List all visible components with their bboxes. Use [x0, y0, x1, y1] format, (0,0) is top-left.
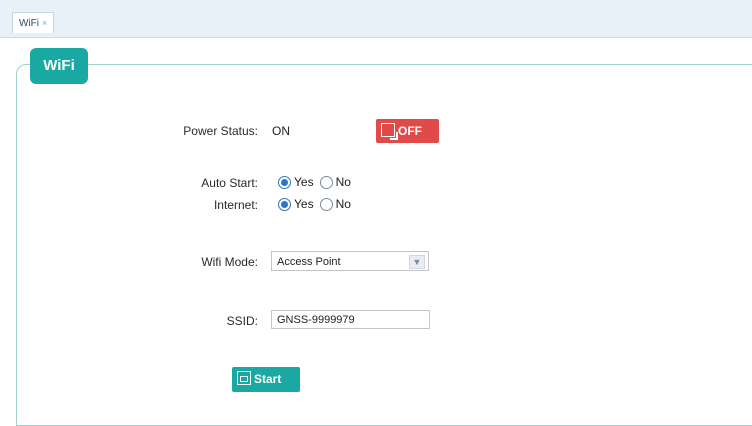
wifi-mode-label: Wifi Mode: [201, 255, 258, 269]
internet-yes-label: Yes [294, 197, 314, 211]
tab-label: WiFi [19, 18, 39, 29]
internet-yes-radio[interactable] [278, 197, 291, 211]
ssid-input[interactable]: GNSS-9999979 [271, 310, 430, 329]
panel-title: WiFi [30, 48, 88, 84]
tab-wifi[interactable]: WiFi × [12, 12, 55, 33]
save-icon [237, 371, 251, 385]
start-button[interactable]: Start [232, 367, 300, 392]
auto-start-radio-group: Yes No [278, 175, 357, 189]
internet-no-label: No [335, 197, 351, 211]
wifi-mode-value: Access Point [277, 256, 341, 268]
auto-start-no-label: No [335, 175, 351, 189]
power-icon [381, 123, 398, 140]
internet-radio-group: Yes No [278, 197, 357, 211]
power-off-button[interactable]: OFF [376, 119, 439, 143]
internet-label: Internet: [213, 198, 258, 212]
power-status-label: Power Status: [183, 124, 258, 138]
start-button-label: Start [254, 372, 282, 386]
auto-start-yes-label: Yes [294, 175, 314, 189]
chevron-down-icon[interactable]: ▼ [409, 255, 425, 269]
ssid-label: SSID: [226, 314, 258, 328]
close-icon[interactable]: × [42, 18, 47, 28]
auto-start-label: Auto Start: [201, 176, 258, 190]
auto-start-yes-radio[interactable] [278, 175, 291, 189]
internet-no-radio[interactable] [319, 197, 333, 211]
tab-bar: WiFi × [0, 0, 752, 38]
wifi-mode-select[interactable]: Access Point ▼ [271, 251, 429, 271]
power-status-value: ON [272, 124, 290, 138]
power-off-button-label: OFF [398, 124, 422, 138]
auto-start-no-radio[interactable] [319, 175, 333, 189]
